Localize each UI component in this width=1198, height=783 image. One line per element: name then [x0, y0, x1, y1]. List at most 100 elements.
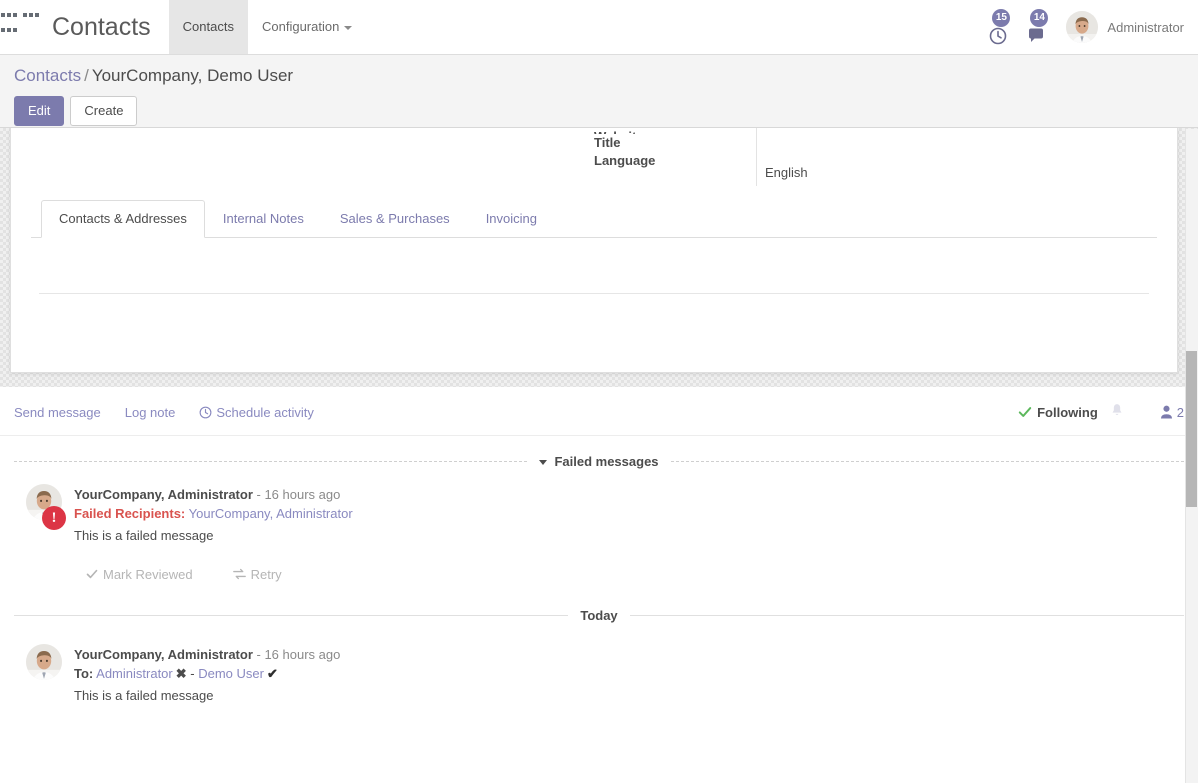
message-item-failed: ! YourCompany, Administrator - 16 hours … — [14, 476, 1184, 582]
tab-invoicing-label: Invoicing — [486, 211, 537, 226]
separator-line-left — [14, 461, 527, 462]
retry-icon — [233, 568, 246, 580]
user-name-label[interactable]: Administrator — [1107, 20, 1184, 35]
message-body: YourCompany, Administrator - 16 hours ag… — [74, 484, 1184, 582]
top-navbar: Contacts Contacts Configuration 15 14 — [0, 0, 1198, 55]
user-icon — [1160, 405, 1173, 419]
field-value-language[interactable]: English — [765, 164, 808, 182]
navbar-right: 15 14 Administrator — [980, 0, 1198, 54]
field-value-title[interactable] — [765, 128, 808, 164]
message-recipients: To: Administrator✖ - Demo User✔ — [74, 664, 1184, 683]
form-field-values: English — [765, 128, 808, 182]
failed-messages-separator[interactable]: Failed messages — [14, 446, 1184, 476]
today-separator: Today — [14, 600, 1184, 630]
form-field-labels: Website Title Language — [594, 128, 754, 170]
form-view-background: Website Title Language English Contacts … — [0, 128, 1198, 387]
tab-internal-notes[interactable]: Internal Notes — [205, 200, 322, 238]
messaging-menu-toggle[interactable]: 14 — [1018, 7, 1054, 47]
chat-bubble-icon — [1026, 25, 1046, 45]
to-label: To: — [74, 666, 93, 681]
form-notebook-tabs: Contacts & Addresses Internal Notes Sale… — [31, 200, 1157, 238]
activity-menu-toggle[interactable]: 15 — [980, 7, 1016, 47]
message-failed-recipients: Failed Recipients: YourCompany, Administ… — [74, 504, 1184, 523]
control-panel: Contacts/YourCompany, Demo User Edit Cre… — [0, 55, 1198, 128]
message-header: YourCompany, Administrator - 16 hours ag… — [74, 645, 1184, 664]
form-column-divider — [756, 128, 757, 186]
scrollbar-thumb[interactable] — [1186, 351, 1197, 507]
user-photo-icon — [1066, 11, 1098, 43]
today-label: Today — [568, 608, 629, 623]
recipient-failed-icon: ✖ — [176, 666, 187, 681]
avatar[interactable] — [1066, 11, 1098, 43]
mark-reviewed-button[interactable]: Mark Reviewed — [86, 567, 193, 582]
failed-recipients-label: Failed Recipients: — [74, 506, 185, 521]
create-button[interactable]: Create — [70, 96, 137, 126]
breadcrumb-link-contacts[interactable]: Contacts — [14, 66, 81, 85]
tab-internal-notes-label: Internal Notes — [223, 211, 304, 226]
chevron-down-icon — [539, 460, 547, 465]
recipient-sent-icon: ✔ — [267, 666, 278, 681]
bell-icon — [1110, 403, 1124, 419]
user-photo-icon — [26, 644, 62, 680]
message-avatar-container — [14, 644, 74, 705]
message-avatar-container: ! — [14, 484, 74, 582]
message-actions: Mark Reviewed Retry — [74, 545, 1184, 582]
message-content: This is a failed message — [74, 683, 1184, 705]
separator-line-left — [14, 615, 568, 616]
retry-label: Retry — [251, 567, 282, 582]
failed-messages-text: Failed messages — [554, 454, 658, 469]
form-sheet: Website Title Language English Contacts … — [10, 128, 1178, 373]
message-author: YourCompany, Administrator — [74, 487, 253, 502]
nav-menu-contacts-label: Contacts — [183, 19, 234, 34]
schedule-activity-button[interactable]: Schedule activity — [199, 405, 314, 420]
tab-sales-purchases-label: Sales & Purchases — [340, 211, 450, 226]
separator-line-right — [671, 461, 1184, 462]
message-error-icon: ! — [42, 506, 66, 530]
avatar[interactable] — [26, 644, 62, 680]
message-item-today: YourCompany, Administrator - 16 hours ag… — [14, 630, 1184, 705]
message-author: YourCompany, Administrator — [74, 647, 253, 662]
message-header: YourCompany, Administrator - 16 hours ag… — [74, 485, 1184, 504]
recipient-administrator[interactable]: Administrator — [96, 666, 173, 681]
message-thread: Failed messages ! — [0, 446, 1198, 705]
nav-menu-configuration-label: Configuration — [262, 19, 339, 34]
recipient-demo-user[interactable]: Demo User — [198, 666, 264, 681]
log-note-button[interactable]: Log note — [125, 405, 176, 420]
field-label-title: Title — [594, 134, 754, 152]
tab-panel-divider — [39, 293, 1149, 294]
breadcrumb-current: YourCompany, Demo User — [92, 66, 293, 85]
field-label-language: Language — [594, 152, 754, 170]
follower-notification-button[interactable] — [1110, 403, 1124, 422]
control-panel-buttons: Edit Create — [14, 96, 1184, 126]
failed-messages-label: Failed messages — [527, 454, 670, 469]
tab-invoicing[interactable]: Invoicing — [468, 200, 555, 238]
followers-button[interactable]: 2 — [1160, 405, 1184, 420]
following-label: Following — [1037, 405, 1098, 420]
send-message-button[interactable]: Send message — [14, 405, 101, 420]
chatter: Send message Log note Schedule activity … — [0, 387, 1198, 705]
following-toggle[interactable]: Following — [1018, 405, 1098, 420]
tab-contacts-addresses-label: Contacts & Addresses — [59, 211, 187, 226]
form-field-group: Website Title Language English — [11, 128, 1177, 186]
mark-reviewed-label: Mark Reviewed — [103, 567, 193, 582]
vertical-scrollbar[interactable] — [1185, 129, 1198, 783]
retry-button[interactable]: Retry — [233, 567, 282, 582]
breadcrumb: Contacts/YourCompany, Demo User — [14, 65, 1184, 87]
recipient-separator: - — [190, 666, 194, 681]
tab-contacts-addresses[interactable]: Contacts & Addresses — [41, 200, 205, 238]
breadcrumb-separator: / — [84, 66, 89, 85]
nav-menu-configuration[interactable]: Configuration — [248, 0, 366, 54]
nav-menu-contacts[interactable]: Contacts — [169, 0, 248, 54]
failed-recipients-value[interactable]: YourCompany, Administrator — [189, 506, 353, 521]
message-body: YourCompany, Administrator - 16 hours ag… — [74, 644, 1184, 705]
chevron-down-icon — [344, 26, 352, 30]
schedule-activity-label: Schedule activity — [216, 405, 314, 420]
tab-sales-purchases[interactable]: Sales & Purchases — [322, 200, 468, 238]
apps-menu-toggle[interactable] — [0, 0, 46, 54]
check-icon — [86, 568, 98, 580]
chatter-toolbar: Send message Log note Schedule activity … — [0, 387, 1198, 436]
app-brand-title[interactable]: Contacts — [46, 13, 169, 42]
edit-button[interactable]: Edit — [14, 96, 64, 126]
separator-line-right — [630, 615, 1184, 616]
tab-panel-contacts-addresses — [11, 293, 1177, 386]
